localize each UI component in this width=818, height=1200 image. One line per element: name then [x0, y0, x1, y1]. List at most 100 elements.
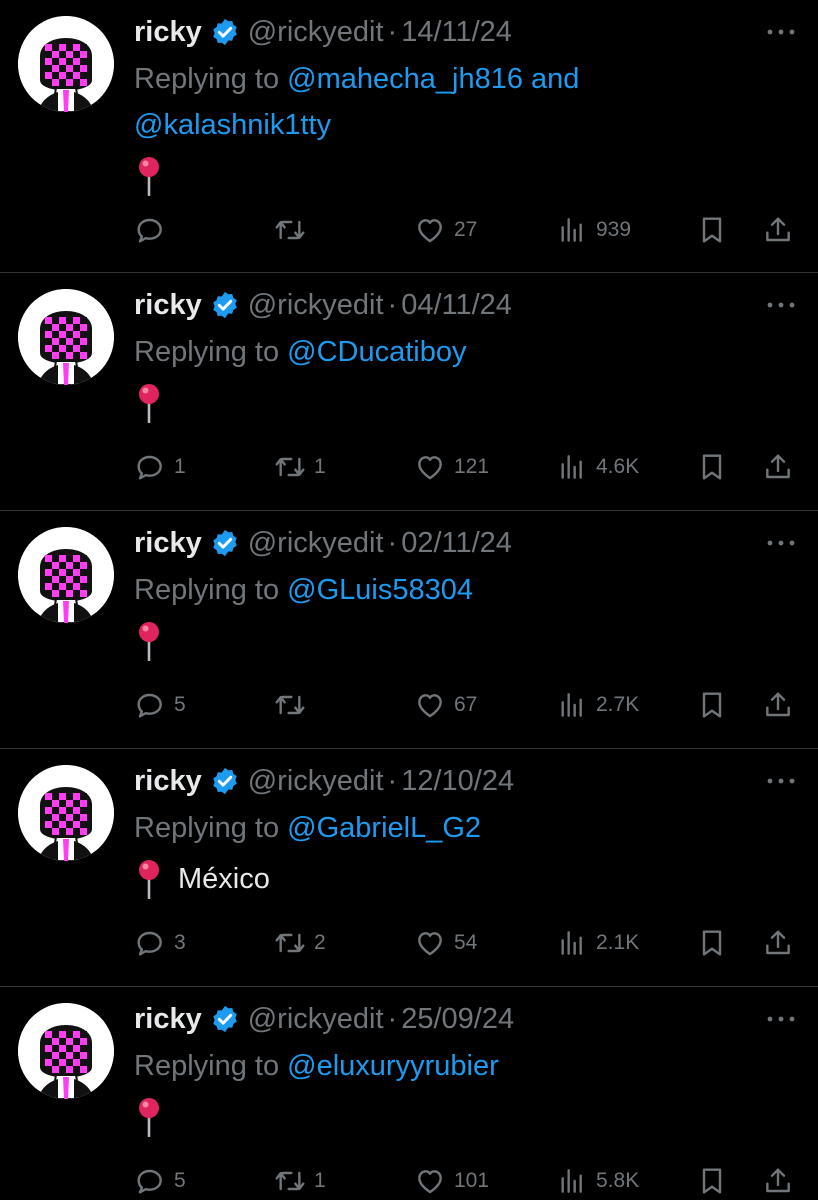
replying-to: Replying to @mahecha_jh816 and @kalashni…: [134, 56, 754, 148]
tweet-body: México: [134, 857, 270, 901]
author-handle[interactable]: @rickyedit: [248, 289, 384, 322]
views-button[interactable]: 5.8K: [556, 1163, 639, 1199]
replying-to: Replying to @GabrielL_G2: [134, 805, 754, 851]
more-horizontal-icon[interactable]: [764, 295, 798, 315]
share-icon: [762, 451, 794, 483]
replying-to: Replying to @CDucatiboy: [134, 329, 754, 375]
bookmark-icon: [696, 689, 728, 721]
bookmark-button[interactable]: [696, 1163, 728, 1199]
likes-count: 101: [454, 1169, 490, 1192]
round-pushpin-icon: [134, 1097, 164, 1138]
author-handle[interactable]: @rickyedit: [248, 1003, 384, 1036]
reply-button[interactable]: 5: [134, 687, 186, 723]
mention-link[interactable]: @mahecha_jh816: [287, 63, 523, 95]
bookmark-button[interactable]: [696, 449, 728, 485]
tweet-date[interactable]: 14/11/24: [401, 16, 512, 49]
mention-link[interactable]: @eluxuryyrubier: [287, 1050, 499, 1082]
share-icon: [762, 689, 794, 721]
views-button[interactable]: 939: [556, 212, 631, 248]
share-icon: [762, 927, 794, 959]
like-button[interactable]: 121: [414, 449, 489, 485]
author-name[interactable]: ricky: [134, 765, 202, 798]
mention-link[interactable]: @GabrielL_G2: [287, 812, 481, 844]
tweet-date[interactable]: 25/09/24: [401, 1003, 514, 1036]
bookmark-button[interactable]: [696, 212, 728, 248]
tweet-date[interactable]: 04/11/24: [401, 289, 512, 322]
bookmark-button[interactable]: [696, 925, 728, 961]
tweet-header: ricky @rickyedit · 25/09/24: [134, 1001, 514, 1037]
header-separator: ·: [387, 288, 398, 321]
views-button[interactable]: 2.1K: [556, 925, 639, 961]
mention-joiner: and: [522, 63, 580, 95]
retweet-button[interactable]: 1: [274, 449, 326, 485]
round-pushpin-icon: [134, 383, 164, 424]
views-button[interactable]: 4.6K: [556, 449, 639, 485]
views-icon: [556, 689, 588, 721]
mention-link[interactable]: @CDucatiboy: [287, 336, 466, 368]
replying-to-label: Replying to: [134, 336, 288, 368]
share-button[interactable]: [762, 925, 794, 961]
tweet-date[interactable]: 12/10/24: [401, 765, 514, 798]
author-handle[interactable]: @rickyedit: [248, 16, 384, 49]
reply-button[interactable]: 1: [134, 449, 186, 485]
views-count: 2.1K: [596, 931, 640, 954]
more-horizontal-icon[interactable]: [764, 22, 798, 42]
header-separator: ·: [387, 15, 398, 48]
views-count: 2.7K: [596, 693, 640, 716]
views-button[interactable]: 2.7K: [556, 687, 639, 723]
like-icon: [414, 451, 446, 483]
reply-button[interactable]: [134, 212, 174, 248]
verified-badge-icon: [210, 17, 240, 47]
author-name[interactable]: ricky: [134, 289, 202, 322]
round-pushpin-icon: [134, 156, 164, 197]
tweet-date[interactable]: 02/11/24: [401, 527, 512, 560]
share-button[interactable]: [762, 212, 794, 248]
mention-link[interactable]: @kalashnik1tty: [134, 109, 331, 141]
mention-link[interactable]: @GLuis58304: [287, 574, 473, 606]
like-button[interactable]: 101: [414, 1163, 489, 1199]
views-count: 939: [596, 218, 632, 241]
author-name[interactable]: ricky: [134, 1003, 202, 1036]
likes-count: 121: [454, 455, 490, 478]
reply-button[interactable]: 5: [134, 1163, 186, 1199]
retweets-count: 1: [314, 455, 326, 478]
author-name[interactable]: ricky: [134, 16, 202, 49]
more-horizontal-icon[interactable]: [764, 1009, 798, 1029]
replies-count: 3: [174, 931, 186, 954]
avatar[interactable]: [18, 289, 114, 385]
bookmark-icon: [696, 927, 728, 959]
avatar[interactable]: [18, 16, 114, 112]
share-button[interactable]: [762, 687, 794, 723]
tweet[interactable]: ricky @rickyedit · 04/11/24 Replying to @CDu…: [0, 273, 818, 510]
views-icon: [556, 214, 588, 246]
more-horizontal-icon[interactable]: [764, 771, 798, 791]
share-button[interactable]: [762, 449, 794, 485]
reply-button[interactable]: 3: [134, 925, 186, 961]
tweet[interactable]: ricky @rickyedit · 02/11/24 Replying to @GLu…: [0, 511, 818, 748]
author-handle[interactable]: @rickyedit: [248, 765, 384, 798]
reply-icon: [134, 451, 166, 483]
retweet-button[interactable]: 2: [274, 925, 326, 961]
tweet[interactable]: ricky @rickyedit · 25/09/24 Replying to @elu…: [0, 987, 818, 1200]
author-handle[interactable]: @rickyedit: [248, 527, 384, 560]
likes-count: 54: [454, 931, 478, 954]
more-horizontal-icon[interactable]: [764, 533, 798, 553]
retweet-button[interactable]: [274, 212, 314, 248]
avatar[interactable]: [18, 765, 114, 861]
like-button[interactable]: 54: [414, 925, 477, 961]
bookmark-button[interactable]: [696, 687, 728, 723]
likes-count: 27: [454, 218, 478, 241]
tweet[interactable]: ricky @rickyedit · 14/11/24 Replying to @mah…: [0, 0, 818, 272]
like-icon: [414, 689, 446, 721]
retweet-button[interactable]: 1: [274, 1163, 326, 1199]
reply-icon: [134, 214, 166, 246]
avatar[interactable]: [18, 1003, 114, 1099]
like-button[interactable]: 27: [414, 212, 477, 248]
avatar[interactable]: [18, 527, 114, 623]
like-button[interactable]: 67: [414, 687, 477, 723]
share-button[interactable]: [762, 1163, 794, 1199]
replies-count: 1: [174, 455, 186, 478]
tweet[interactable]: ricky @rickyedit · 12/10/24 Replying to @Gab…: [0, 749, 818, 986]
author-name[interactable]: ricky: [134, 527, 202, 560]
retweet-button[interactable]: [274, 687, 314, 723]
